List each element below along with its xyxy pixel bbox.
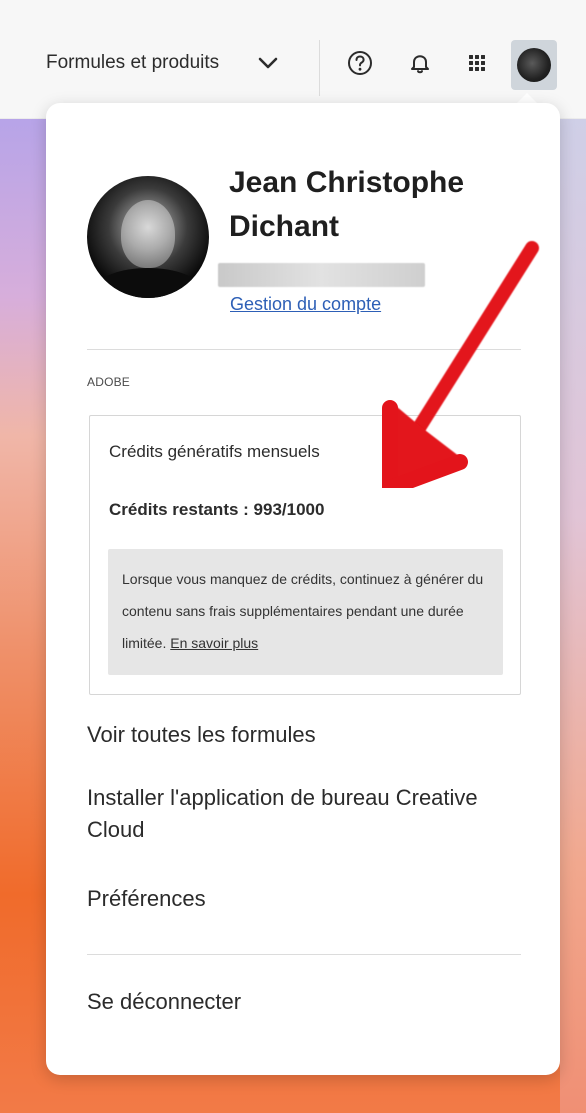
avatar-image: [517, 48, 551, 82]
learn-more-link[interactable]: En savoir plus: [170, 635, 258, 651]
page: Formules et produits Jean Christophe Dic…: [0, 0, 586, 1113]
chevron-down-icon[interactable]: [258, 56, 278, 70]
account-management-link[interactable]: Gestion du compte: [230, 294, 381, 315]
menu-item-preferences[interactable]: Préférences: [87, 883, 206, 915]
top-bar: Formules et produits: [0, 0, 586, 119]
account-popover: Jean Christophe Dichant Gestion du compt…: [46, 103, 560, 1075]
profile-name: Jean Christophe Dichant: [229, 161, 539, 248]
background-right-edge: [560, 118, 586, 1113]
profile-photo: [87, 176, 209, 298]
apps-button[interactable]: [460, 46, 494, 80]
help-button[interactable]: [343, 46, 377, 80]
avatar[interactable]: [511, 40, 557, 90]
credits-note: Lorsque vous manquez de crédits, continu…: [108, 549, 503, 675]
menu-item-install-creative-cloud[interactable]: Installer l'application de bureau Creati…: [87, 782, 522, 846]
divider-top: [87, 349, 521, 350]
divider-bottom: [87, 954, 521, 955]
profile-name-line2: Dichant: [229, 209, 340, 243]
plans-products-menu[interactable]: Formules et produits: [46, 52, 219, 74]
notifications-button[interactable]: [403, 46, 437, 80]
popover-pointer: [517, 93, 537, 103]
email-redacted: [218, 263, 425, 287]
profile-name-line1: Jean Christophe: [229, 166, 465, 199]
profile-shoulders: [97, 268, 199, 298]
help-icon: [348, 51, 372, 75]
sign-out-button[interactable]: Se déconnecter: [87, 986, 241, 1018]
credits-title: Crédits génératifs mensuels: [109, 442, 320, 461]
credits-remaining: Crédits restants : 993/1000: [109, 500, 325, 519]
bell-icon: [411, 55, 429, 74]
menu-item-view-plans[interactable]: Voir toutes les formules: [87, 719, 316, 751]
profile-face: [121, 200, 175, 268]
section-label: ADOBE: [87, 375, 131, 389]
apps-grid-icon: [469, 55, 485, 71]
topbar-divider: [319, 40, 320, 96]
credits-card: Crédits génératifs mensuels Crédits rest…: [89, 415, 521, 695]
